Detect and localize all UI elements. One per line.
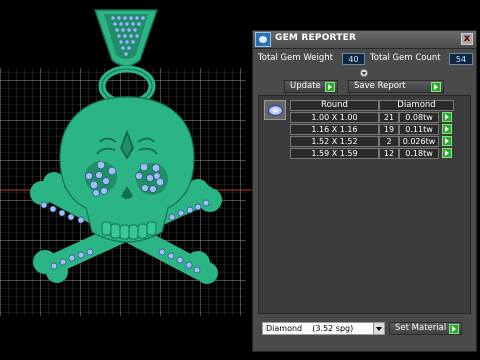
select-row-arrow-icon[interactable] — [442, 124, 452, 134]
select-row-arrow-icon[interactable] — [442, 148, 452, 158]
panel-title: GEM REPORTER — [275, 33, 357, 43]
table-row: 1.00 X 1.00 21 0.08tw — [290, 112, 454, 124]
save-report-button[interactable]: Save Report — [348, 80, 444, 93]
set-material-button[interactable]: Set Material — [389, 322, 462, 335]
save-report-button-label: Save Report — [354, 81, 406, 91]
update-button[interactable]: Update — [284, 80, 338, 93]
gem-weight-cell: 0.18tw — [399, 148, 439, 159]
gem-weight-cell: 0.08tw — [399, 112, 439, 123]
material-select[interactable]: Diamond (3.52 spg) — [262, 322, 385, 335]
close-button[interactable]: x — [461, 33, 473, 45]
collapse-toggle-icon[interactable] — [360, 69, 368, 77]
select-row-arrow-icon[interactable] — [442, 136, 452, 146]
gem-count-cell: 21 — [379, 112, 399, 123]
material-header: Diamond — [379, 100, 454, 111]
table-row: 1.16 X 1.16 19 0.11tw — [290, 124, 454, 136]
gem-reporter-logo-icon — [255, 32, 271, 47]
play-arrow-icon — [431, 82, 441, 92]
gem-size-cell: 1.59 X 1.59 — [290, 148, 379, 159]
gem-weight-cell: 0.11tw — [399, 124, 439, 135]
round-gem-icon[interactable] — [264, 100, 286, 120]
shape-header: Round — [290, 100, 379, 111]
material-select-value: Diamond (3.52 spg) — [266, 324, 354, 333]
table-row: 1.59 X 1.59 12 0.18tw — [290, 148, 454, 160]
gem-count-cell: 19 — [379, 124, 399, 135]
total-gem-count-value: 54 — [449, 53, 473, 65]
gem-results-table: Round Diamond 1.00 X 1.00 21 0.08tw 1.16… — [258, 95, 471, 314]
play-arrow-icon — [325, 82, 335, 92]
gem-weight-cell: 0.026tw — [399, 136, 439, 147]
total-gem-weight-value: 40 — [342, 53, 365, 65]
update-button-label: Update — [290, 81, 321, 91]
select-row-arrow-icon[interactable] — [442, 112, 452, 122]
panel-titlebar[interactable]: GEM REPORTER x — [253, 31, 476, 49]
gem-size-cell: 1.16 X 1.16 — [290, 124, 379, 135]
total-gem-count-label: Total Gem Count — [370, 53, 441, 63]
set-material-button-label: Set Material — [395, 323, 447, 333]
gem-count-cell: 2 — [379, 136, 399, 147]
gem-count-cell: 12 — [379, 148, 399, 159]
gem-size-cell: 1.52 X 1.52 — [290, 136, 379, 147]
gem-size-cell: 1.00 X 1.00 — [290, 112, 379, 123]
play-arrow-icon — [449, 324, 459, 334]
chevron-down-icon[interactable] — [373, 323, 384, 334]
total-gem-weight-label: Total Gem Weight — [258, 53, 333, 63]
table-row: 1.52 X 1.52 2 0.026tw — [290, 136, 454, 148]
gem-reporter-panel: GEM REPORTER x Total Gem Weight 40 Total… — [252, 30, 477, 352]
